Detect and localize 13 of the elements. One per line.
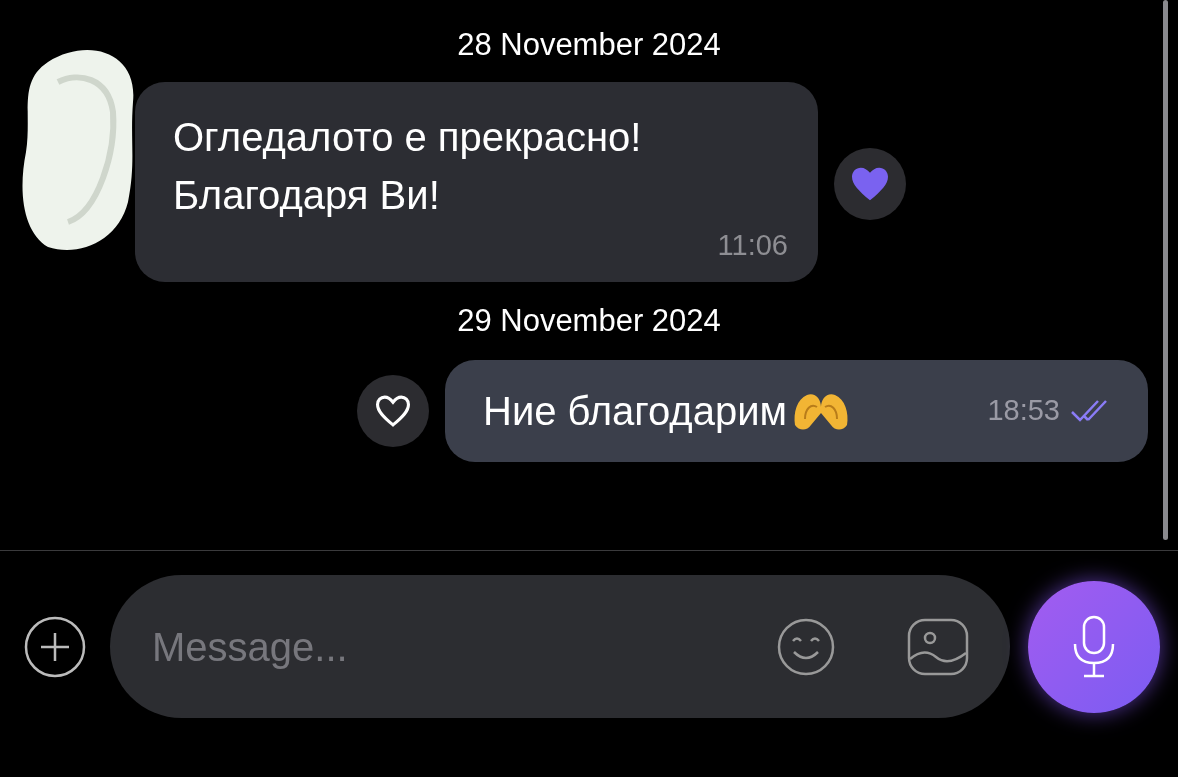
message-field[interactable]: Message... (110, 575, 1010, 718)
date-label: 29 November 2024 (456, 301, 722, 340)
message-time: 11:06 (716, 228, 788, 263)
image-icon[interactable] (906, 616, 970, 677)
message-input[interactable]: Message... (150, 615, 776, 678)
message-time: 18:53 (987, 392, 1060, 428)
add-button[interactable] (24, 615, 86, 678)
message-text: Ние благодарим (483, 387, 788, 435)
message-text: Огледалото е прекрасно! Благодаря Ви! (173, 114, 643, 219)
date-label: 28 November 2024 (456, 26, 722, 64)
microphone-button[interactable] (1028, 580, 1160, 713)
emoji-icon[interactable] (776, 616, 836, 677)
microphone-icon (1071, 613, 1117, 680)
